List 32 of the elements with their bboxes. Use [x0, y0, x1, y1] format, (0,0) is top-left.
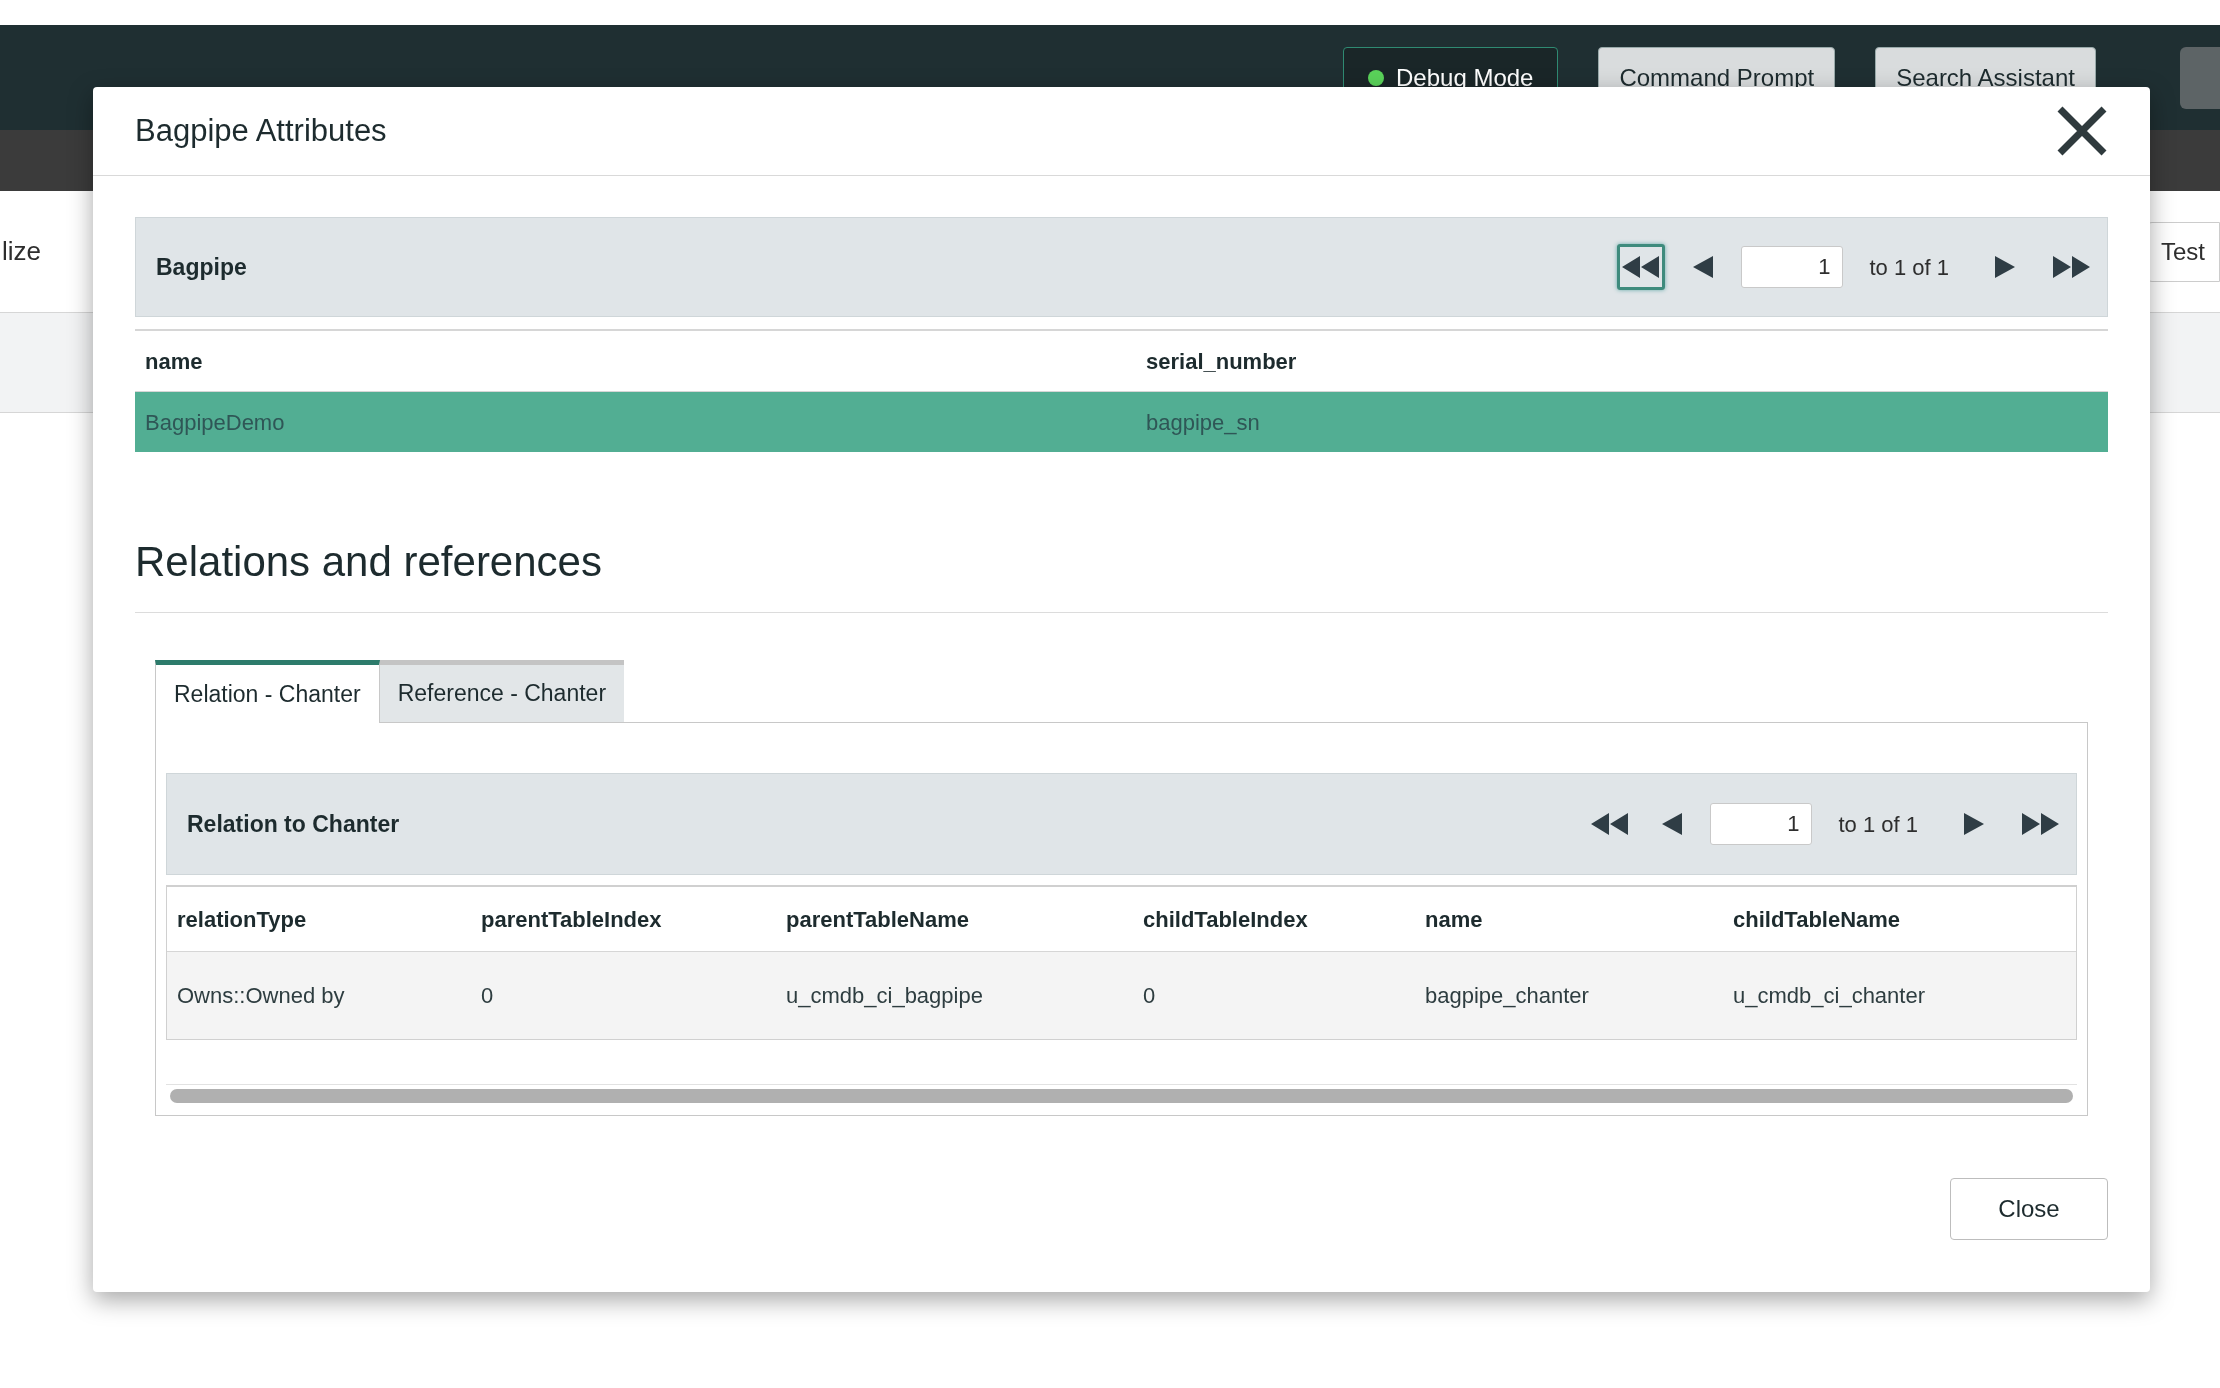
close-icon[interactable]: [2056, 105, 2108, 157]
table-cell-text: bagpipe_sn: [1145, 408, 1261, 437]
page-number-field[interactable]: 1: [1710, 803, 1813, 845]
section-heading: Relations and references: [135, 537, 603, 587]
tab[interactable]: Reference - Chanter: [379, 660, 625, 722]
column-header: relationType: [176, 905, 308, 934]
dialog-title: Bagpipe Attributes: [135, 111, 387, 150]
table-cell-text: BagpipeDemo: [144, 408, 286, 437]
table-cell-text: bagpipe_chanter: [1424, 982, 1590, 1010]
page-number-field[interactable]: 1: [1741, 246, 1844, 288]
tab[interactable]: Relation - Chanter: [155, 660, 380, 723]
column-header: childTableIndex: [1142, 905, 1309, 934]
table-cell-text: Owns::Owned by: [176, 982, 346, 1010]
table-cell-text: 0: [1142, 982, 1157, 1010]
page-text: lize: [2, 235, 41, 268]
panel-title: Relation to Chanter: [187, 809, 400, 839]
column-header: name: [1424, 905, 1484, 934]
table-cell-text: 0: [480, 982, 495, 1010]
column-header: name: [144, 347, 204, 376]
first-page-icon[interactable]: [1617, 244, 1666, 290]
page-range-text: to 1 of 1: [1869, 253, 1949, 282]
panel-title: Bagpipe: [156, 252, 247, 282]
close-button[interactable]: Close: [1950, 1178, 2108, 1240]
column-header: childTableName: [1732, 905, 1902, 934]
table-cell-text: u_cmdb_ci_bagpipe: [785, 982, 984, 1010]
column-header: parentTableName: [785, 905, 970, 934]
scrollbar[interactable]: [170, 1088, 2073, 1103]
table-row[interactable]: Owns::Owned by 0 u_cmdb_ci_bagpipe 0 bagpipe_chanter u_cmdb_ci_chanter: [167, 951, 2076, 1039]
table-cell-text: u_cmdb_ci_chanter: [1732, 982, 1926, 1010]
page-range-text: to 1 of 1: [1838, 810, 1918, 839]
column-header: serial_number: [1145, 347, 1298, 376]
column-header: parentTableIndex: [480, 905, 663, 934]
